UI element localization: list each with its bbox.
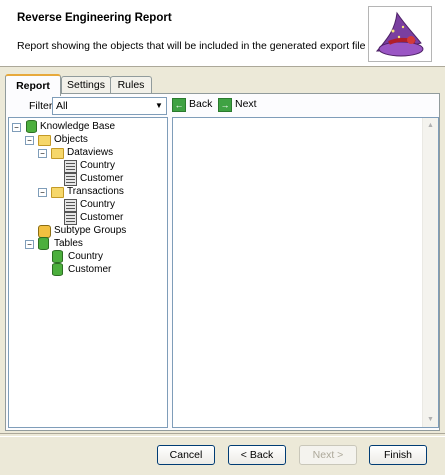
folder-icon [51,148,64,159]
folder-icon [51,187,64,198]
scroll-down-icon[interactable]: ▼ [424,413,437,426]
nav-next-label: Next [235,98,257,110]
object-tree[interactable]: − Knowledge Base − Objects − Dataviews C… [8,117,168,428]
tree-label: Transactions [67,186,124,197]
table-icon [52,263,63,276]
back-button[interactable]: < Back [228,445,286,465]
filter-label: Filter [29,100,53,112]
header-description: Report showing the objects that will be … [17,40,366,52]
tree-label: Dataviews [67,147,114,158]
nav-back-button[interactable]: ← Back [172,96,214,113]
tree-label: Objects [54,134,88,145]
report-panel: Filter All ▼ − Knowledge Base − Objects … [5,93,440,431]
folder-icon [38,135,51,146]
filter-value: All [56,100,68,112]
scroll-up-icon[interactable]: ▲ [424,119,437,132]
collapse-icon[interactable]: − [38,149,47,158]
tree-label: Customer [68,264,112,275]
nav-back-label: Back [189,98,213,110]
collapse-icon[interactable]: − [25,136,34,145]
viewer-nav: ← Back → Next [172,96,435,114]
tree-label: Knowledge Base [40,121,116,132]
filter-select[interactable]: All ▼ [52,97,167,115]
table-icon [52,250,63,263]
tree-label: Customer [80,173,124,184]
collapse-icon[interactable]: − [25,240,34,249]
report-viewer[interactable]: ▲ ▼ [172,117,439,428]
tree-label: Country [80,199,116,210]
transaction-icon [64,199,77,212]
finish-button[interactable]: Finish [369,445,427,465]
tab-settings[interactable]: Settings [61,76,111,94]
nav-next-button[interactable]: → Next [218,96,260,113]
tab-report[interactable]: Report [5,74,61,96]
table-icon [38,237,49,250]
vertical-scrollbar[interactable]: ▲ ▼ [422,118,438,427]
header-title: Reverse Engineering Report [17,12,172,24]
chevron-down-icon[interactable]: ▼ [152,98,166,114]
footer-separator [0,433,445,437]
left-pane: Filter All ▼ − Knowledge Base − Objects … [8,96,168,428]
dataview-icon [64,160,77,173]
next-button[interactable]: Next > [299,445,357,465]
collapse-icon[interactable]: − [38,188,47,197]
tree-label: Subtype Groups [54,225,127,236]
arrow-right-icon: → [218,98,232,112]
tree-label: Country [68,251,104,262]
tree-label: Customer [80,212,124,223]
wizard-hat-icon [368,6,432,62]
collapse-icon[interactable]: − [12,123,21,132]
tree-label: Country [80,160,116,171]
wizard-header: Reverse Engineering Report Report showin… [0,0,445,67]
tab-rules[interactable]: Rules [110,76,152,94]
cancel-button[interactable]: Cancel [157,445,215,465]
database-icon [26,120,37,133]
filter-row: Filter All ▼ [8,96,168,116]
tree-label: Tables [54,238,83,249]
arrow-left-icon: ← [172,98,186,112]
